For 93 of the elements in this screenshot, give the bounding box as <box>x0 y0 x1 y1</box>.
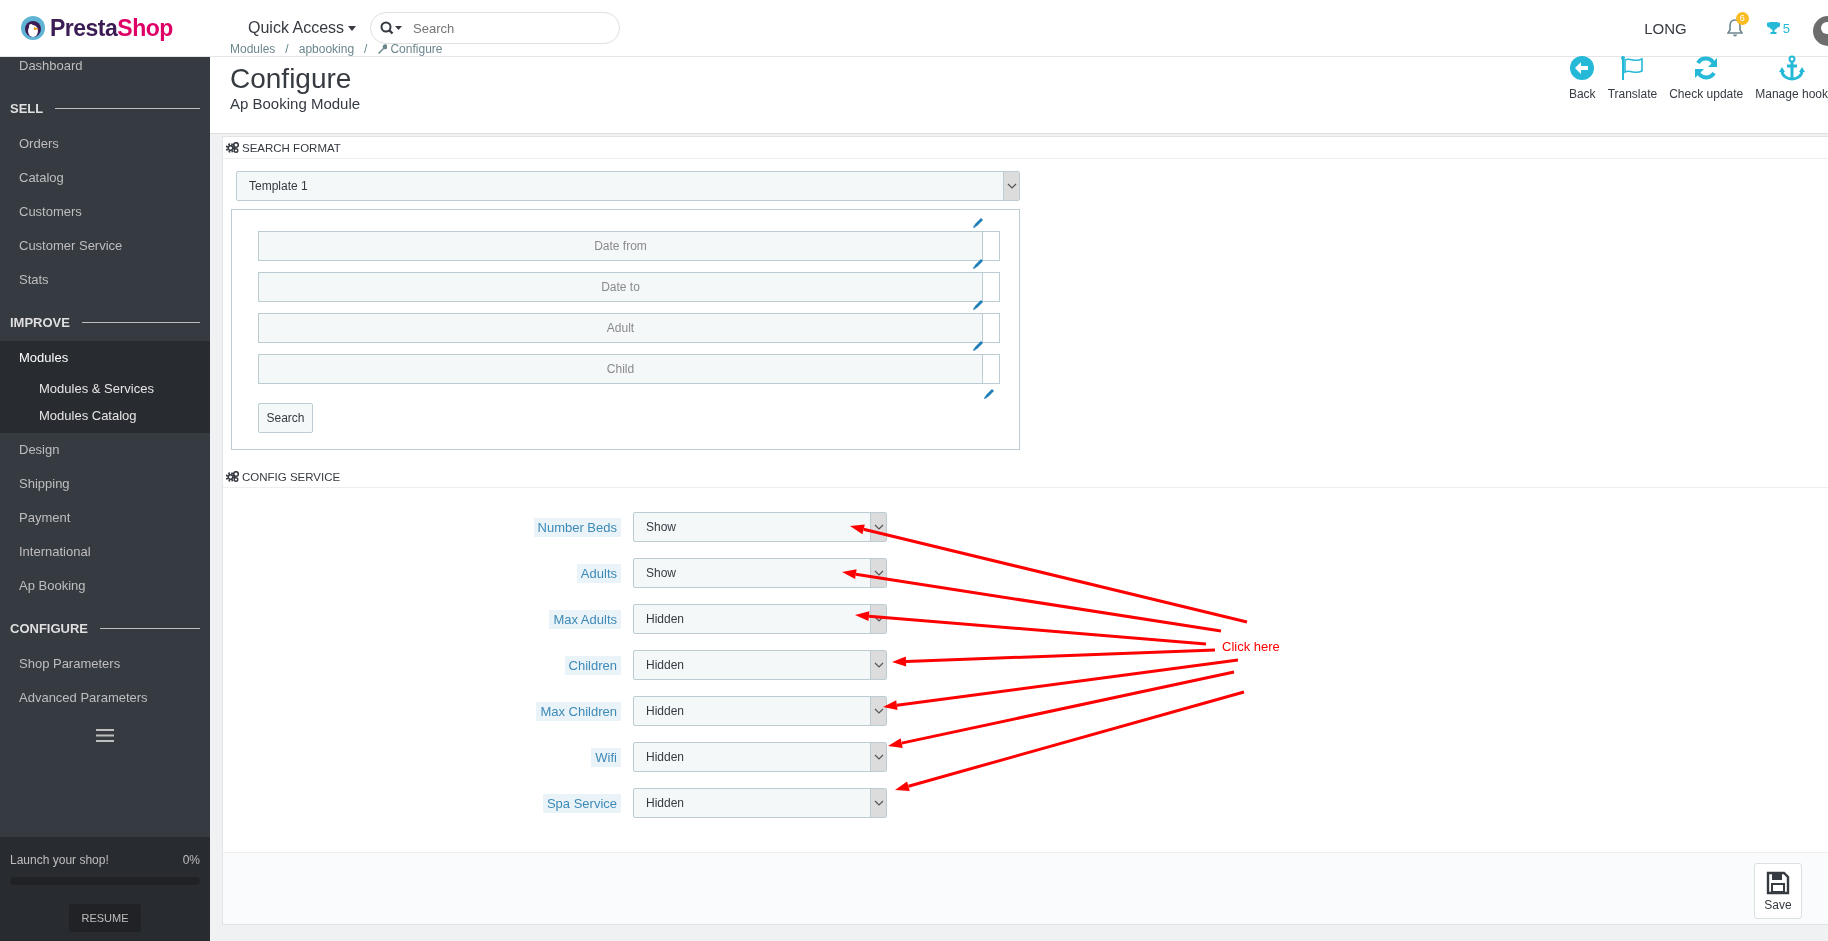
save-button[interactable]: Save <box>1754 863 1802 919</box>
field-label: Adults <box>576 563 621 583</box>
sidebar-item[interactable]: Dashboard <box>0 49 210 83</box>
sidebar-item[interactable]: Stats <box>0 263 210 297</box>
toolbar-button[interactable]: Check update <box>1669 55 1744 101</box>
caret-icon <box>348 25 357 31</box>
section-heading: SELL <box>10 100 44 116</box>
logo-text: PrestaShop <box>50 14 173 42</box>
input-addon <box>983 231 1000 261</box>
sidebar-subitem[interactable]: Modules Catalog <box>0 402 210 429</box>
pencil-icon[interactable] <box>983 388 995 400</box>
visibility-select[interactable]: Show <box>633 512 887 542</box>
breadcrumb-current: Configure <box>390 42 443 56</box>
field-label: Number Beds <box>533 517 621 537</box>
user-name[interactable]: LONG <box>1644 19 1687 37</box>
trophy-count: 5 <box>1782 20 1790 36</box>
input-addon <box>983 272 1000 302</box>
breadcrumb-separator: / <box>364 42 368 56</box>
refresh-icon <box>1693 55 1720 81</box>
chevron-down-icon <box>1006 183 1017 189</box>
sidebar-item[interactable]: Shop Parameters <box>0 647 210 681</box>
toolbar-button[interactable]: Back <box>1568 55 1596 101</box>
visibility-select[interactable]: Show <box>633 558 887 588</box>
cogs-icon <box>226 471 239 482</box>
visibility-select[interactable]: Hidden <box>633 696 887 726</box>
sidebar-item[interactable]: Catalog <box>0 161 210 195</box>
input-field[interactable]: Date from <box>258 231 983 261</box>
section-title: CONFIG SERVICE <box>242 470 341 483</box>
search-button[interactable]: Search <box>258 403 313 433</box>
template-select[interactable]: Template 1 <box>236 171 1020 201</box>
toolbar-button[interactable]: Manage hook <box>1755 55 1828 101</box>
visibility-select[interactable]: Hidden <box>633 650 887 680</box>
input-addon <box>983 354 1000 384</box>
annotation-text: Click here <box>1222 639 1280 654</box>
pencil-icon[interactable] <box>972 217 984 229</box>
flag-icon <box>1619 55 1646 81</box>
chevron-down-icon <box>873 708 884 714</box>
section-heading: IMPROVE <box>10 314 70 330</box>
quick-access-menu[interactable]: Quick Access <box>248 19 357 37</box>
wrench-icon <box>377 44 388 54</box>
chevron-down-icon <box>873 662 884 668</box>
sidebar-item[interactable]: Modules <box>0 341 210 375</box>
input-field[interactable]: Date to <box>258 272 983 302</box>
breadcrumb-link[interactable]: apbooking <box>298 42 355 56</box>
sidebar-item[interactable]: International <box>0 535 210 569</box>
visibility-select[interactable]: Hidden <box>633 788 887 818</box>
pencil-icon[interactable] <box>972 258 984 270</box>
sidebar-item[interactable]: Customers <box>0 195 210 229</box>
section-heading: CONFIGURE <box>10 620 88 636</box>
sidebar-item[interactable]: Advanced Parameters <box>0 681 210 715</box>
sidebar-item[interactable]: Ap Booking <box>0 569 210 603</box>
notification-badge: 6 <box>1735 12 1749 25</box>
sidebar-item[interactable]: Design <box>0 433 210 467</box>
sidebar-item[interactable]: Shipping <box>0 467 210 501</box>
menu-icon[interactable] <box>96 729 114 742</box>
section-title: SEARCH FORMAT <box>242 141 341 154</box>
avatar-icon[interactable] <box>1810 16 1828 46</box>
resume-button[interactable]: RESUME <box>69 904 141 932</box>
pencil-icon[interactable] <box>972 299 984 311</box>
launch-label: Launch your shop! <box>10 853 109 867</box>
chevron-down-icon <box>873 800 884 806</box>
chevron-down-icon <box>873 570 884 576</box>
field-label: Max Children <box>536 701 621 721</box>
toolbar-button[interactable]: Translate <box>1607 55 1658 101</box>
field-label: Children <box>564 655 621 675</box>
chevron-down-icon <box>873 754 884 760</box>
field-label: Wifi <box>591 747 621 767</box>
page-title: Configure <box>230 63 353 95</box>
sidebar-item[interactable]: Customer Service <box>0 229 210 263</box>
field-label: Max Adults <box>549 609 621 629</box>
anchor-icon <box>1778 55 1805 81</box>
search-field[interactable]: Search <box>370 12 621 44</box>
cogs-icon <box>226 142 239 153</box>
trophy-icon[interactable] <box>1766 22 1780 34</box>
breadcrumb-separator: / <box>285 42 289 56</box>
sidebar-item[interactable]: Orders <box>0 127 210 161</box>
visibility-select[interactable]: Hidden <box>633 742 887 772</box>
visibility-select[interactable]: Hidden <box>633 604 887 634</box>
logo-icon <box>20 15 46 41</box>
pencil-icon[interactable] <box>972 340 984 352</box>
field-label: Spa Service <box>542 793 621 813</box>
sidebar-subitem[interactable]: Modules & Services <box>0 375 210 402</box>
sidebar-item[interactable]: Payment <box>0 501 210 535</box>
input-field[interactable]: Adult <box>258 313 983 343</box>
breadcrumb-link[interactable]: Modules <box>230 42 276 56</box>
bell-icon[interactable] <box>1726 19 1743 37</box>
launch-percent: 0% <box>182 853 200 867</box>
page-subtitle: Ap Booking Module <box>230 95 362 113</box>
input-addon <box>983 313 1000 343</box>
chevron-down-icon <box>873 524 884 530</box>
chevron-down-icon <box>873 616 884 622</box>
search-icon[interactable] <box>380 21 403 35</box>
input-field[interactable]: Child <box>258 354 983 384</box>
